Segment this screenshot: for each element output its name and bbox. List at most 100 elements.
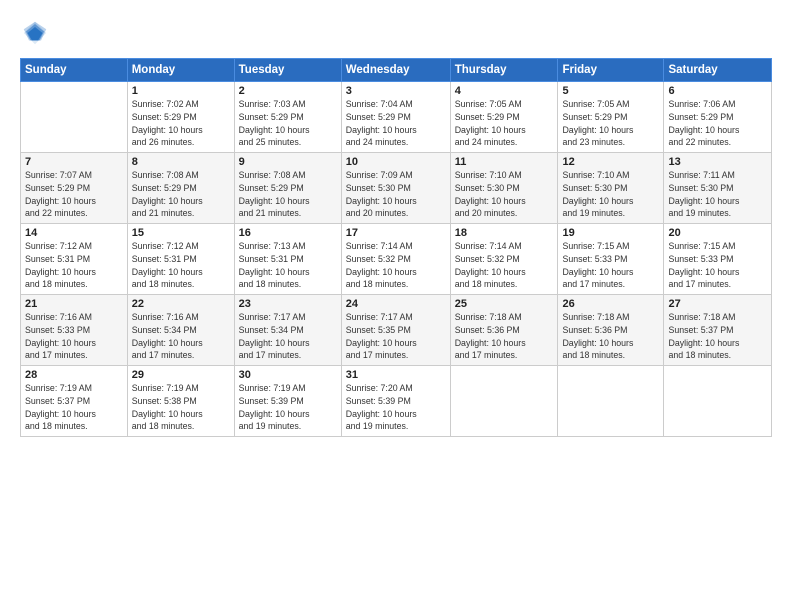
day-info: Sunrise: 7:15 AM Sunset: 5:33 PM Dayligh… — [668, 240, 767, 291]
day-info: Sunrise: 7:11 AM Sunset: 5:30 PM Dayligh… — [668, 169, 767, 220]
day-number: 3 — [346, 85, 446, 97]
day-info: Sunrise: 7:18 AM Sunset: 5:36 PM Dayligh… — [455, 311, 554, 362]
day-number: 27 — [668, 298, 767, 310]
calendar-cell: 26Sunrise: 7:18 AM Sunset: 5:36 PM Dayli… — [558, 295, 664, 366]
day-info: Sunrise: 7:10 AM Sunset: 5:30 PM Dayligh… — [455, 169, 554, 220]
day-info: Sunrise: 7:05 AM Sunset: 5:29 PM Dayligh… — [562, 98, 659, 149]
day-info: Sunrise: 7:08 AM Sunset: 5:29 PM Dayligh… — [239, 169, 337, 220]
calendar-cell — [450, 366, 558, 437]
day-info: Sunrise: 7:19 AM Sunset: 5:39 PM Dayligh… — [239, 382, 337, 433]
calendar-cell: 31Sunrise: 7:20 AM Sunset: 5:39 PM Dayli… — [341, 366, 450, 437]
weekday-header-saturday: Saturday — [664, 59, 772, 82]
day-info: Sunrise: 7:18 AM Sunset: 5:37 PM Dayligh… — [668, 311, 767, 362]
day-info: Sunrise: 7:14 AM Sunset: 5:32 PM Dayligh… — [346, 240, 446, 291]
day-number: 10 — [346, 156, 446, 168]
day-number: 22 — [132, 298, 230, 310]
calendar-cell: 3Sunrise: 7:04 AM Sunset: 5:29 PM Daylig… — [341, 82, 450, 153]
day-info: Sunrise: 7:12 AM Sunset: 5:31 PM Dayligh… — [132, 240, 230, 291]
calendar-cell: 22Sunrise: 7:16 AM Sunset: 5:34 PM Dayli… — [127, 295, 234, 366]
calendar-cell: 25Sunrise: 7:18 AM Sunset: 5:36 PM Dayli… — [450, 295, 558, 366]
day-info: Sunrise: 7:09 AM Sunset: 5:30 PM Dayligh… — [346, 169, 446, 220]
logo-icon — [20, 18, 50, 48]
day-info: Sunrise: 7:17 AM Sunset: 5:35 PM Dayligh… — [346, 311, 446, 362]
day-info: Sunrise: 7:20 AM Sunset: 5:39 PM Dayligh… — [346, 382, 446, 433]
weekday-header-tuesday: Tuesday — [234, 59, 341, 82]
day-number: 12 — [562, 156, 659, 168]
day-info: Sunrise: 7:13 AM Sunset: 5:31 PM Dayligh… — [239, 240, 337, 291]
calendar-cell: 14Sunrise: 7:12 AM Sunset: 5:31 PM Dayli… — [21, 224, 128, 295]
day-number: 24 — [346, 298, 446, 310]
day-number: 20 — [668, 227, 767, 239]
week-row-3: 14Sunrise: 7:12 AM Sunset: 5:31 PM Dayli… — [21, 224, 772, 295]
calendar-cell: 17Sunrise: 7:14 AM Sunset: 5:32 PM Dayli… — [341, 224, 450, 295]
day-info: Sunrise: 7:18 AM Sunset: 5:36 PM Dayligh… — [562, 311, 659, 362]
week-row-4: 21Sunrise: 7:16 AM Sunset: 5:33 PM Dayli… — [21, 295, 772, 366]
calendar-cell: 18Sunrise: 7:14 AM Sunset: 5:32 PM Dayli… — [450, 224, 558, 295]
day-number: 26 — [562, 298, 659, 310]
logo — [20, 18, 54, 48]
day-number: 23 — [239, 298, 337, 310]
day-number: 21 — [25, 298, 123, 310]
calendar-cell: 19Sunrise: 7:15 AM Sunset: 5:33 PM Dayli… — [558, 224, 664, 295]
page: SundayMondayTuesdayWednesdayThursdayFrid… — [0, 0, 792, 612]
weekday-header-friday: Friday — [558, 59, 664, 82]
day-info: Sunrise: 7:17 AM Sunset: 5:34 PM Dayligh… — [239, 311, 337, 362]
day-number: 18 — [455, 227, 554, 239]
calendar-cell — [21, 82, 128, 153]
weekday-header-sunday: Sunday — [21, 59, 128, 82]
calendar-cell: 15Sunrise: 7:12 AM Sunset: 5:31 PM Dayli… — [127, 224, 234, 295]
day-number: 15 — [132, 227, 230, 239]
calendar-cell: 6Sunrise: 7:06 AM Sunset: 5:29 PM Daylig… — [664, 82, 772, 153]
calendar-cell: 27Sunrise: 7:18 AM Sunset: 5:37 PM Dayli… — [664, 295, 772, 366]
calendar-cell: 4Sunrise: 7:05 AM Sunset: 5:29 PM Daylig… — [450, 82, 558, 153]
week-row-1: 1Sunrise: 7:02 AM Sunset: 5:29 PM Daylig… — [21, 82, 772, 153]
calendar-cell: 24Sunrise: 7:17 AM Sunset: 5:35 PM Dayli… — [341, 295, 450, 366]
day-info: Sunrise: 7:12 AM Sunset: 5:31 PM Dayligh… — [25, 240, 123, 291]
day-number: 2 — [239, 85, 337, 97]
day-info: Sunrise: 7:16 AM Sunset: 5:33 PM Dayligh… — [25, 311, 123, 362]
day-info: Sunrise: 7:19 AM Sunset: 5:38 PM Dayligh… — [132, 382, 230, 433]
week-row-5: 28Sunrise: 7:19 AM Sunset: 5:37 PM Dayli… — [21, 366, 772, 437]
day-number: 1 — [132, 85, 230, 97]
day-number: 16 — [239, 227, 337, 239]
calendar-cell — [664, 366, 772, 437]
day-number: 6 — [668, 85, 767, 97]
calendar-cell: 9Sunrise: 7:08 AM Sunset: 5:29 PM Daylig… — [234, 153, 341, 224]
day-info: Sunrise: 7:04 AM Sunset: 5:29 PM Dayligh… — [346, 98, 446, 149]
day-info: Sunrise: 7:16 AM Sunset: 5:34 PM Dayligh… — [132, 311, 230, 362]
weekday-row: SundayMondayTuesdayWednesdayThursdayFrid… — [21, 59, 772, 82]
day-number: 29 — [132, 369, 230, 381]
day-info: Sunrise: 7:06 AM Sunset: 5:29 PM Dayligh… — [668, 98, 767, 149]
header — [20, 18, 772, 48]
day-number: 11 — [455, 156, 554, 168]
week-row-2: 7Sunrise: 7:07 AM Sunset: 5:29 PM Daylig… — [21, 153, 772, 224]
day-info: Sunrise: 7:02 AM Sunset: 5:29 PM Dayligh… — [132, 98, 230, 149]
calendar-cell: 2Sunrise: 7:03 AM Sunset: 5:29 PM Daylig… — [234, 82, 341, 153]
day-number: 8 — [132, 156, 230, 168]
calendar-cell: 11Sunrise: 7:10 AM Sunset: 5:30 PM Dayli… — [450, 153, 558, 224]
day-number: 31 — [346, 369, 446, 381]
day-number: 28 — [25, 369, 123, 381]
calendar-cell: 21Sunrise: 7:16 AM Sunset: 5:33 PM Dayli… — [21, 295, 128, 366]
day-info: Sunrise: 7:03 AM Sunset: 5:29 PM Dayligh… — [239, 98, 337, 149]
calendar-header: SundayMondayTuesdayWednesdayThursdayFrid… — [21, 59, 772, 82]
calendar-cell: 29Sunrise: 7:19 AM Sunset: 5:38 PM Dayli… — [127, 366, 234, 437]
calendar-cell: 23Sunrise: 7:17 AM Sunset: 5:34 PM Dayli… — [234, 295, 341, 366]
calendar-cell: 1Sunrise: 7:02 AM Sunset: 5:29 PM Daylig… — [127, 82, 234, 153]
calendar-cell: 10Sunrise: 7:09 AM Sunset: 5:30 PM Dayli… — [341, 153, 450, 224]
day-number: 19 — [562, 227, 659, 239]
calendar-cell: 12Sunrise: 7:10 AM Sunset: 5:30 PM Dayli… — [558, 153, 664, 224]
day-number: 4 — [455, 85, 554, 97]
calendar-cell: 16Sunrise: 7:13 AM Sunset: 5:31 PM Dayli… — [234, 224, 341, 295]
calendar-cell: 28Sunrise: 7:19 AM Sunset: 5:37 PM Dayli… — [21, 366, 128, 437]
day-info: Sunrise: 7:07 AM Sunset: 5:29 PM Dayligh… — [25, 169, 123, 220]
calendar-cell: 30Sunrise: 7:19 AM Sunset: 5:39 PM Dayli… — [234, 366, 341, 437]
calendar-table: SundayMondayTuesdayWednesdayThursdayFrid… — [20, 58, 772, 437]
day-number: 7 — [25, 156, 123, 168]
day-info: Sunrise: 7:15 AM Sunset: 5:33 PM Dayligh… — [562, 240, 659, 291]
calendar-cell: 8Sunrise: 7:08 AM Sunset: 5:29 PM Daylig… — [127, 153, 234, 224]
day-info: Sunrise: 7:10 AM Sunset: 5:30 PM Dayligh… — [562, 169, 659, 220]
calendar-cell: 7Sunrise: 7:07 AM Sunset: 5:29 PM Daylig… — [21, 153, 128, 224]
weekday-header-monday: Monday — [127, 59, 234, 82]
day-info: Sunrise: 7:14 AM Sunset: 5:32 PM Dayligh… — [455, 240, 554, 291]
